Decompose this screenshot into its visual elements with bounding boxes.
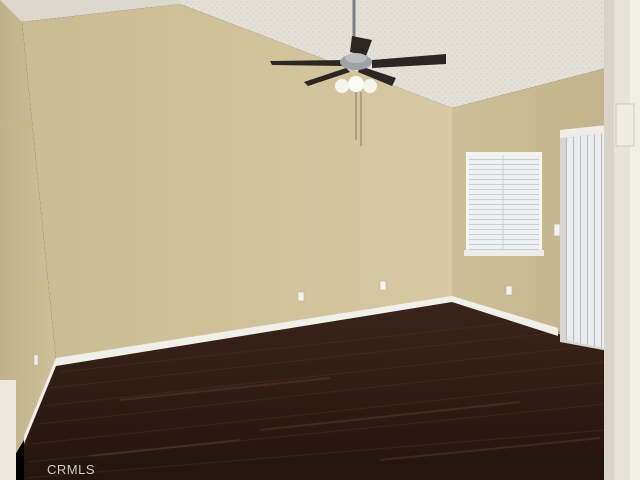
left-door-trim [0,380,16,480]
wall-outlet [505,285,513,296]
door-frame [604,0,640,480]
fan-blade [270,60,346,66]
watermark: CRMLS [47,462,96,477]
light-switch [553,223,561,237]
window-blinds [464,152,544,256]
wall-outlet [297,291,305,302]
wall-outlet [379,280,387,291]
wall-outlet [33,354,39,366]
room-illustration [0,0,640,480]
room-photo: CRMLS [0,0,640,480]
